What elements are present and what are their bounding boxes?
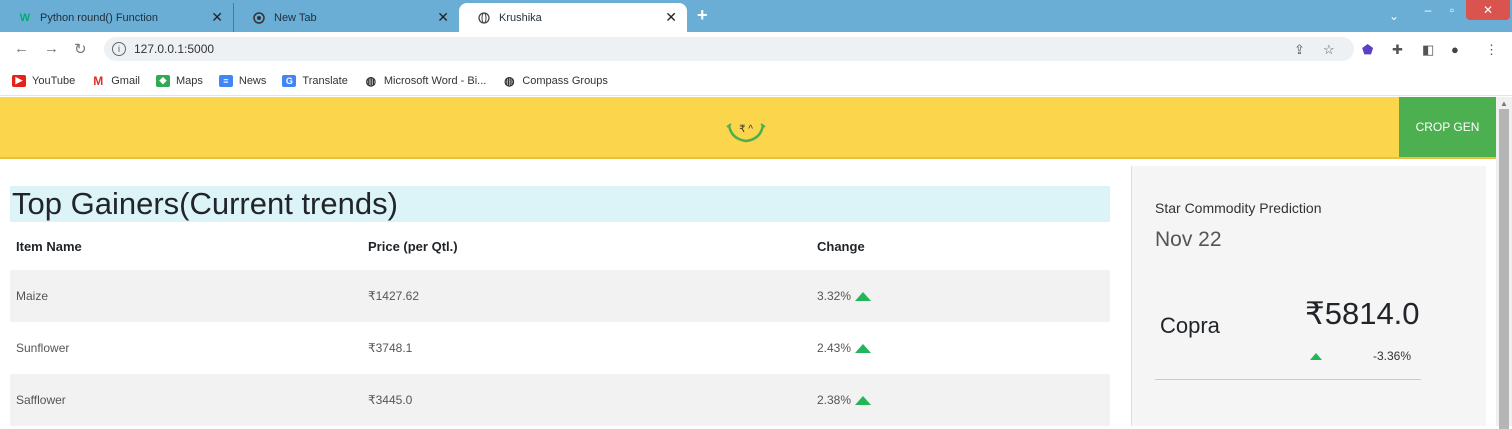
tab-search-icon[interactable]: ⌄ xyxy=(1384,6,1404,26)
scrollbar-thumb[interactable] xyxy=(1499,109,1509,429)
close-window-button[interactable]: ✕ xyxy=(1466,0,1510,20)
address-bar[interactable]: i 127.0.0.1:5000 xyxy=(104,37,1354,61)
page-scrollbar[interactable]: ▲ xyxy=(1496,97,1512,429)
tab-python-round[interactable]: W Python round() Function ✕ xyxy=(0,3,233,32)
trend-up-icon xyxy=(1310,353,1322,360)
krushika-logo[interactable]: ₹ ^ xyxy=(723,111,769,145)
bookmark-translate[interactable]: G Translate xyxy=(282,74,348,87)
item-price: ₹3445.0 xyxy=(368,393,413,407)
item-change: 2.38% xyxy=(817,393,852,407)
w3schools-icon: W xyxy=(19,11,31,24)
close-tab-icon[interactable]: ✕ xyxy=(211,9,223,26)
table-row: Safflower ₹3445.0 2.38% xyxy=(10,374,1110,426)
gmail-icon: M xyxy=(93,73,104,88)
tab-new-tab[interactable]: New Tab ✕ xyxy=(233,3,459,32)
minimize-button[interactable]: – xyxy=(1418,0,1438,20)
page-title: Top Gainers(Current trends) xyxy=(10,186,1110,222)
item-price: ₹1427.62 xyxy=(368,289,420,303)
trend-up-icon xyxy=(855,343,872,353)
trend-up-icon xyxy=(855,291,872,301)
star-commodity-card: Star Commodity Prediction Nov 22 Copra ₹… xyxy=(1131,166,1486,426)
url-text: 127.0.0.1:5000 xyxy=(134,42,215,56)
side-panel-icon[interactable]: ◧ xyxy=(1422,42,1434,58)
item-name: Safflower xyxy=(16,393,66,407)
svg-text:₹ ^: ₹ ^ xyxy=(739,124,753,135)
bookmark-news[interactable]: ≡ News xyxy=(218,74,266,87)
commodity-change: -3.36% xyxy=(1373,349,1412,363)
bookmark-youtube[interactable]: ▶ YouTube xyxy=(12,74,75,87)
table-row: Maize ₹1427.62 3.32% xyxy=(10,270,1110,322)
commodity-price: ₹5814.0 xyxy=(1305,296,1420,331)
crop-gen-button[interactable]: CROP GEN xyxy=(1399,97,1496,157)
youtube-icon: ▶ xyxy=(12,74,26,87)
news-icon: ≡ xyxy=(218,74,233,87)
table-row: Sunflower ₹3748.1 2.43% xyxy=(10,322,1110,374)
scroll-up-icon[interactable]: ▲ xyxy=(1500,99,1508,108)
top-gainers-section: Top Gainers(Current trends) Item Name Pr… xyxy=(10,186,1110,426)
new-tab-button[interactable]: + xyxy=(697,5,708,26)
card-title: Star Commodity Prediction xyxy=(1155,200,1322,216)
bookmark-compass-groups[interactable]: ◍ Compass Groups xyxy=(502,73,608,88)
globe-icon: ◍ xyxy=(365,73,377,88)
item-change: 3.32% xyxy=(817,289,852,303)
maps-icon: ◆ xyxy=(155,74,170,87)
tab-krushika[interactable]: Krushika ✕ xyxy=(459,3,687,32)
share-icon[interactable]: ⇪ xyxy=(1294,42,1305,58)
prediction-date: Nov 22 xyxy=(1155,228,1222,251)
translate-icon: G xyxy=(282,74,297,87)
avatar[interactable]: ● xyxy=(1451,42,1459,57)
site-header: ₹ ^ CROP GEN xyxy=(0,97,1496,159)
bookmark-microsoft-word[interactable]: ◍ Microsoft Word - Bi... xyxy=(364,73,487,88)
item-name: Sunflower xyxy=(16,341,70,355)
divider xyxy=(1155,379,1421,380)
bookmark-gmail[interactable]: M Gmail xyxy=(91,73,140,88)
tab-strip: W Python round() Function ✕ New Tab ✕ Kr… xyxy=(0,0,1512,32)
menu-icon[interactable]: ⋮ xyxy=(1485,42,1498,58)
commodity-name: Copra xyxy=(1160,313,1220,338)
column-header-item-name: Item Name xyxy=(16,238,82,254)
bookmark-maps[interactable]: ◆ Maps xyxy=(155,74,203,87)
column-header-change: Change xyxy=(817,238,865,254)
tab-label: New Tab xyxy=(274,11,317,24)
maximize-button[interactable]: ▫ xyxy=(1442,0,1462,20)
column-header-price: Price (per Qtl.) xyxy=(368,238,458,254)
trend-up-icon xyxy=(855,395,872,405)
tab-label: Python round() Function xyxy=(40,11,159,24)
bookmarks-bar: ▶ YouTube M Gmail ◆ Maps ≡ News G Transl… xyxy=(0,66,1512,96)
item-change: 2.43% xyxy=(817,341,852,355)
globe-icon xyxy=(477,11,491,25)
forward-icon[interactable]: → xyxy=(44,40,59,57)
site-info-icon[interactable]: i xyxy=(112,42,126,56)
chrome-icon xyxy=(252,11,266,25)
extension-icon[interactable]: ⬟ xyxy=(1362,42,1373,58)
close-tab-icon[interactable]: ✕ xyxy=(665,9,677,26)
item-price: ₹3748.1 xyxy=(368,341,413,355)
globe-icon: ◍ xyxy=(504,73,515,88)
close-tab-icon[interactable]: ✕ xyxy=(437,9,449,26)
item-name: Maize xyxy=(16,289,49,303)
reload-icon[interactable]: ↻ xyxy=(74,40,87,58)
tab-label: Krushika xyxy=(499,11,542,24)
bookmark-star-icon[interactable]: ☆ xyxy=(1323,42,1335,58)
back-icon[interactable]: ← xyxy=(14,40,29,57)
puzzle-icon[interactable]: ✚ xyxy=(1392,42,1403,58)
table-header: Item Name Price (per Qtl.) Change xyxy=(10,222,1110,270)
browser-toolbar: ← → ↻ i 127.0.0.1:5000 ⇪ ☆ ⬟ ✚ ◧ ● ⋮ xyxy=(0,32,1512,66)
